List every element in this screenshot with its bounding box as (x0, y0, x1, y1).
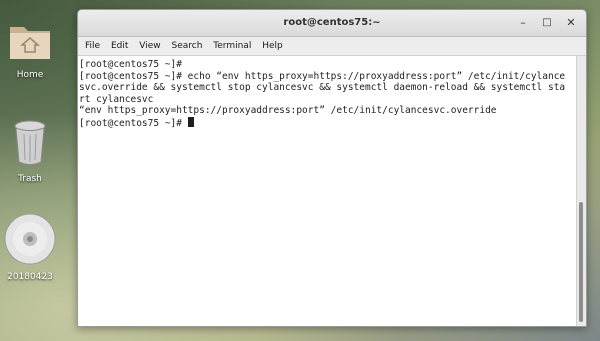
close-button[interactable]: ✕ (564, 16, 578, 30)
terminal-output[interactable]: [root@centos75 ~]# [root@centos75 ~]# ech… (78, 56, 576, 326)
minimize-button[interactable]: – (516, 16, 530, 30)
desktop-icon-trash[interactable]: Trash (0, 118, 62, 184)
maximize-button[interactable]: □ (540, 16, 554, 30)
menu-view[interactable]: View (135, 37, 164, 51)
terminal-line: [root@centos75 ~]# (79, 59, 182, 70)
menu-help[interactable]: Help (258, 37, 287, 51)
terminal-line: “env https_proxy=https://proxyaddress:po… (79, 105, 497, 116)
menu-search[interactable]: Search (167, 37, 206, 51)
window-title: root@centos75:~ (283, 17, 381, 28)
folder-home-icon (7, 27, 53, 67)
menu-file[interactable]: File (81, 37, 104, 51)
terminal-prompt-line: [root@centos75 ~]# (79, 116, 576, 130)
terminal-prompt: [root@centos75 ~]# (79, 117, 188, 129)
desktop-icon-label: 20180423 (7, 272, 53, 282)
trash-icon (10, 120, 50, 171)
terminal-window: root@centos75:~ – □ ✕ File Edit View Sea… (77, 9, 587, 327)
scrollbar-thumb[interactable] (579, 202, 583, 322)
desktop-icon-disc[interactable]: 20180423 (0, 212, 62, 282)
terminal-line: rt cylancesvc (79, 93, 154, 105)
title-bar[interactable]: root@centos75:~ – □ ✕ (78, 10, 586, 37)
desktop-icon-home[interactable]: Home (0, 18, 62, 80)
optical-disc-icon (3, 213, 57, 269)
menu-terminal[interactable]: Terminal (209, 37, 255, 51)
terminal-line: [root@centos75 ~]# echo “env https_proxy… (79, 70, 566, 82)
text-cursor (187, 116, 194, 127)
menu-edit[interactable]: Edit (107, 37, 132, 51)
desktop-icon-label: Home (16, 70, 44, 80)
menu-bar: File Edit View Search Terminal Help (78, 37, 586, 56)
scrollbar[interactable] (576, 56, 586, 326)
desktop-icon-label: Trash (18, 174, 42, 184)
terminal-line: svc.override && systemctl stop cylancesv… (79, 82, 566, 93)
